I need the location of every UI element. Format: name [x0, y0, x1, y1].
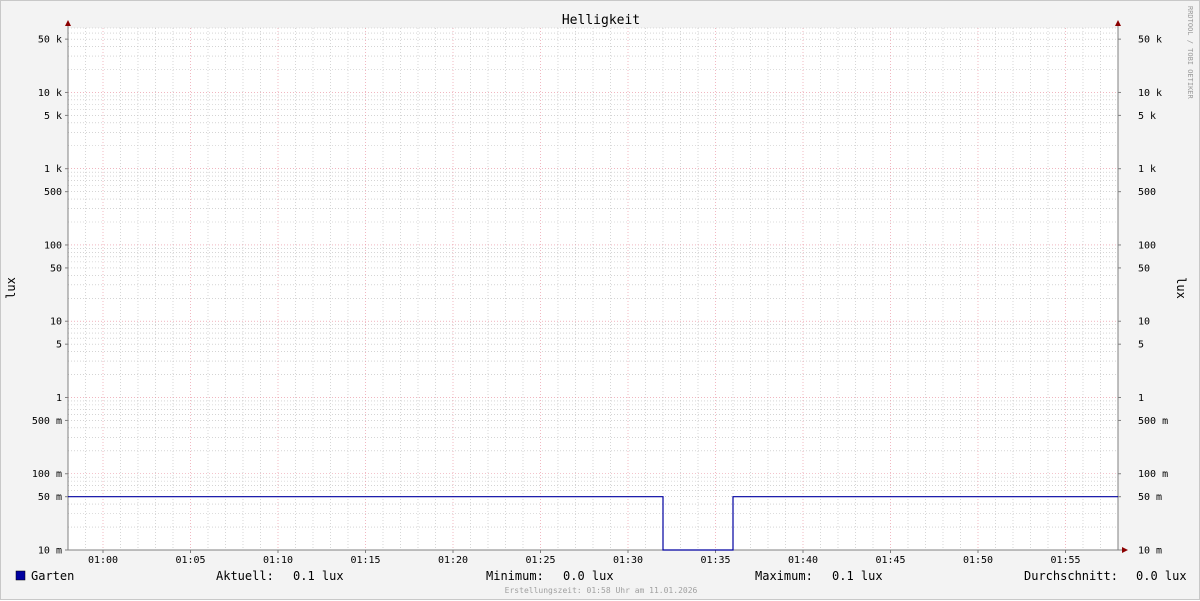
- legend-stat-value-aktuell: 0.1 lux: [293, 569, 344, 583]
- x-tick-label: 01:00: [88, 555, 118, 566]
- x-tick-label: 01:25: [525, 555, 555, 566]
- x-tick-label: 01:05: [175, 555, 205, 566]
- y-tick-label-left: 10 m: [38, 546, 62, 557]
- legend-stat-value-durchschnitt: 0.0 lux: [1136, 569, 1187, 583]
- x-tick-label: 01:50: [963, 555, 993, 566]
- y-axis-label-right: lux: [1174, 277, 1188, 299]
- y-tick-label-right: 50 m: [1138, 492, 1162, 503]
- x-tick-label: 01:20: [438, 555, 468, 566]
- y-tick-label-left: 10 k: [38, 88, 62, 99]
- y-tick-label-right: 100 m: [1138, 469, 1168, 480]
- y-tick-label-right: 10: [1138, 317, 1150, 328]
- y-tick-label-right: 50: [1138, 263, 1150, 274]
- legend-swatch-garten: [15, 570, 26, 581]
- legend-stat-label-durchschnitt: Durchschnitt:: [1024, 569, 1118, 583]
- y-tick-label-left: 100: [44, 240, 62, 251]
- brightness-chart: 50 k 50 k10 k 10 k5 k5 k1 k1 k500 500100 100…: [4, 6, 1194, 595]
- chart-title: Helligkeit: [562, 13, 640, 28]
- y-tick-label-left: 50 k: [38, 35, 62, 46]
- y-tick-label-right: 5 k: [1138, 111, 1156, 122]
- y-tick-label-right: 5: [1138, 340, 1144, 351]
- x-axis-arrow: [1122, 547, 1128, 553]
- x-tick-label: 01:10: [263, 555, 293, 566]
- legend-stat-value-minimum: 0.0 lux: [563, 569, 614, 583]
- legend-stat-label-aktuell: Aktuell:: [216, 569, 274, 583]
- y-tick-label-left: 500 m: [32, 416, 62, 427]
- legend-stat-value-maximum: 0.1 lux: [832, 569, 883, 583]
- x-tick-label: 01:35: [700, 555, 730, 566]
- y-tick-label-left: 5 k: [44, 111, 62, 122]
- legend-series-name: Garten: [31, 569, 74, 583]
- y-tick-label-right: 1 k: [1138, 164, 1156, 175]
- y-axis-arrow-left: [65, 20, 71, 26]
- y-tick-label-left: 1 k: [44, 164, 62, 175]
- y-tick-label-left: 50 m: [38, 492, 62, 503]
- x-tick-label: 01:55: [1050, 555, 1080, 566]
- y-tick-label-right: 10 k: [1138, 88, 1162, 99]
- y-tick-label-left: 50: [50, 263, 62, 274]
- y-tick-label-left: 5: [56, 340, 62, 351]
- x-tick-label: 01:45: [875, 555, 905, 566]
- y-tick-label-left: 10: [50, 317, 62, 328]
- x-tick-label: 01:15: [350, 555, 380, 566]
- legend-stat-label-maximum: Maximum:: [755, 569, 813, 583]
- y-tick-label-right: 1: [1138, 393, 1144, 404]
- y-tick-label-right: 100: [1138, 240, 1156, 251]
- y-axis-label-left: lux: [4, 277, 18, 299]
- y-tick-label-left: 500: [44, 187, 62, 198]
- y-tick-label-right: 500 m: [1138, 416, 1168, 427]
- y-tick-label-right: 50 k: [1138, 35, 1162, 46]
- y-tick-label-right: 500: [1138, 187, 1156, 198]
- rrdtool-watermark: RRDTOOL / TOBI OETIKER: [1186, 6, 1194, 100]
- y-tick-label-right: 10 m: [1138, 546, 1162, 557]
- graph-frame: 50 k 50 k 10 k 10 k5 k5 k1 k1 k 500 500 100 100…: [0, 0, 1200, 600]
- x-tick-label: 01:40: [788, 555, 818, 566]
- y-tick-label-left: 100 m: [32, 469, 62, 480]
- y-axis-arrow-right: [1115, 20, 1121, 26]
- y-tick-label-left: 1: [56, 393, 62, 404]
- legend-stat-label-minimum: Minimum:: [486, 569, 544, 583]
- x-tick-label: 01:30: [613, 555, 643, 566]
- creation-time-footer: Erstellungszeit: 01:58 Uhr am 11.01.2026: [505, 586, 698, 595]
